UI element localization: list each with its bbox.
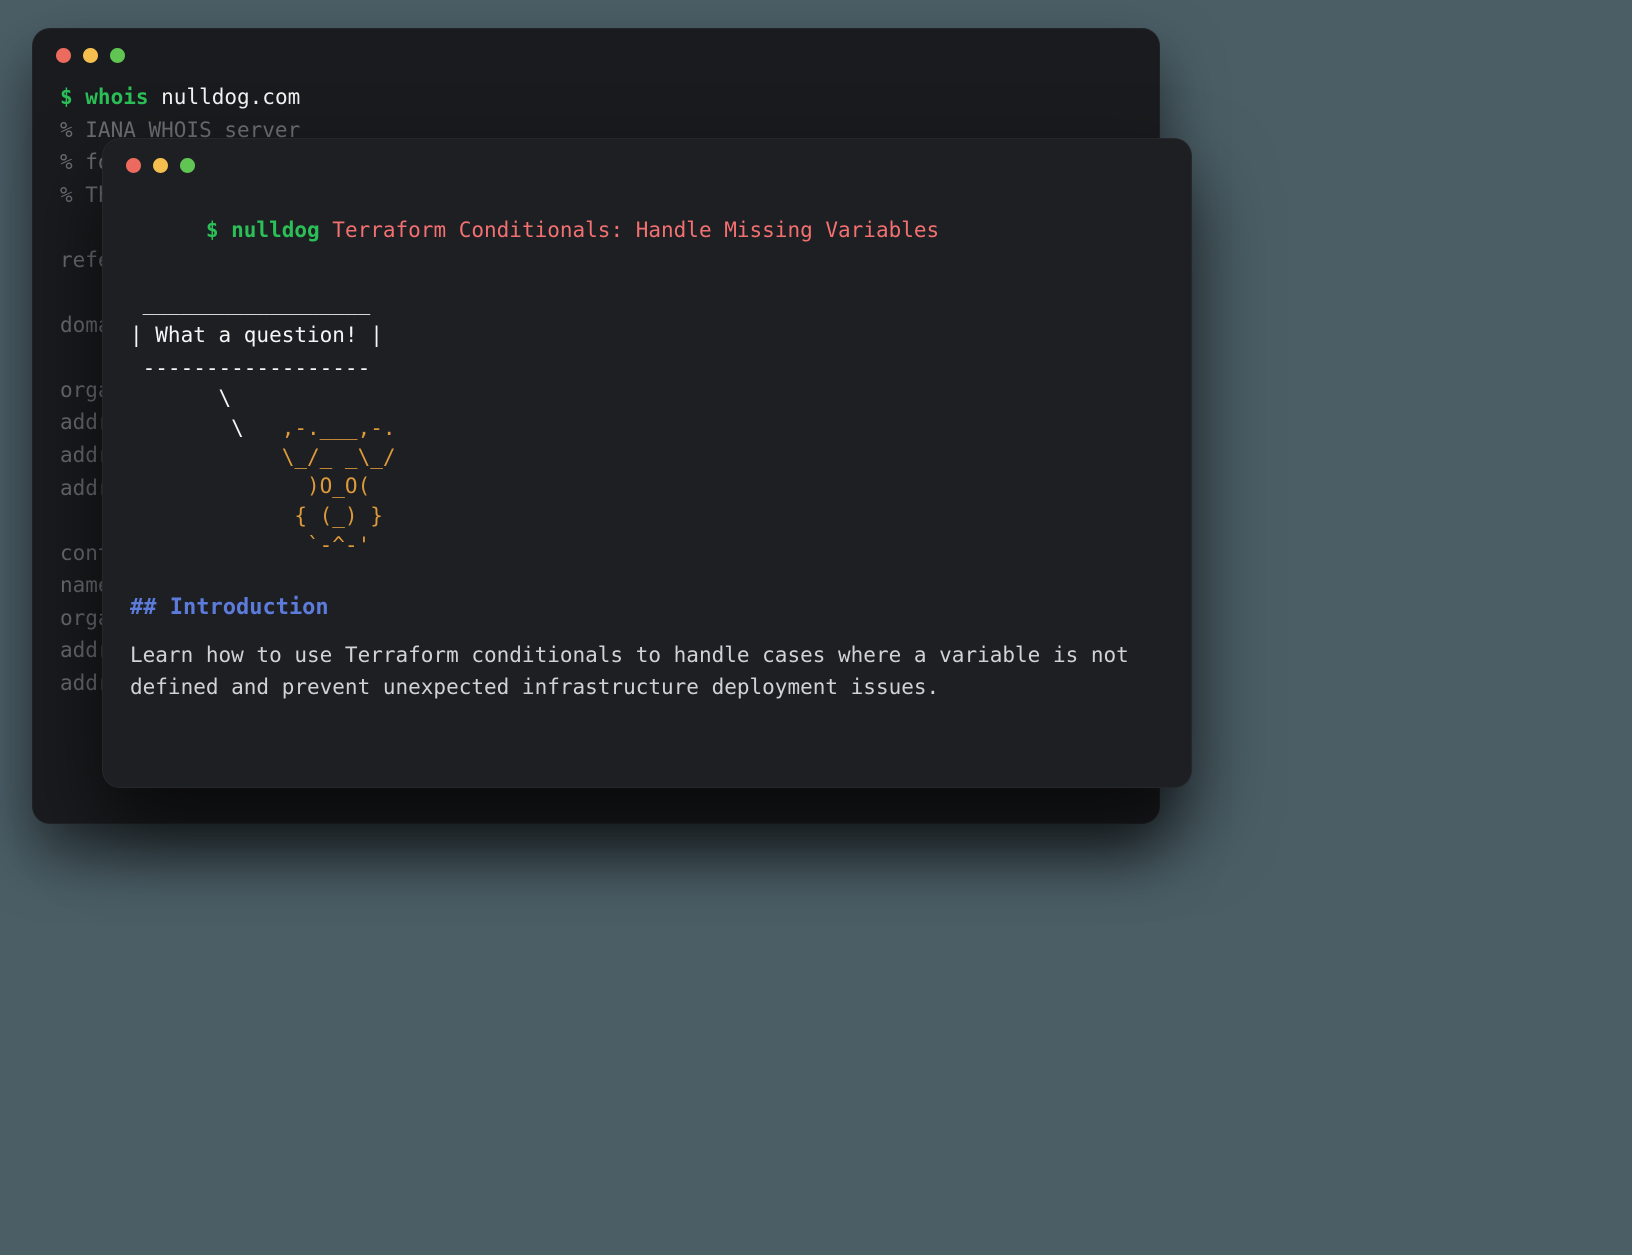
prompt-front: $ nulldog bbox=[206, 218, 320, 242]
nulldog-ascii-art: \ \ ,-.___,-. \_/_ _\_/ )O_O( { (_) } `-… bbox=[130, 384, 1164, 560]
titlebar-front bbox=[102, 138, 1192, 173]
section-heading: ## Introduction bbox=[130, 591, 1164, 625]
close-icon[interactable] bbox=[56, 48, 71, 63]
page-title: Terraform Conditionals: Handle Missing V… bbox=[320, 218, 940, 242]
titlebar-back bbox=[32, 28, 1160, 63]
terminal-body-front: $ nulldog Terraform Conditionals: Handle… bbox=[102, 173, 1192, 732]
terminal-window-front: $ nulldog Terraform Conditionals: Handle… bbox=[102, 138, 1192, 788]
prompt-back: $ whois bbox=[60, 85, 149, 109]
maximize-icon[interactable] bbox=[110, 48, 125, 63]
command-back: nulldog.com bbox=[149, 85, 301, 109]
minimize-icon[interactable] bbox=[83, 48, 98, 63]
maximize-icon[interactable] bbox=[180, 158, 195, 173]
close-icon[interactable] bbox=[126, 158, 141, 173]
intro-paragraph: Learn how to use Terraform conditionals … bbox=[130, 639, 1140, 704]
minimize-icon[interactable] bbox=[153, 158, 168, 173]
speech-bubble: __________________ | What a question! | … bbox=[130, 287, 1164, 385]
